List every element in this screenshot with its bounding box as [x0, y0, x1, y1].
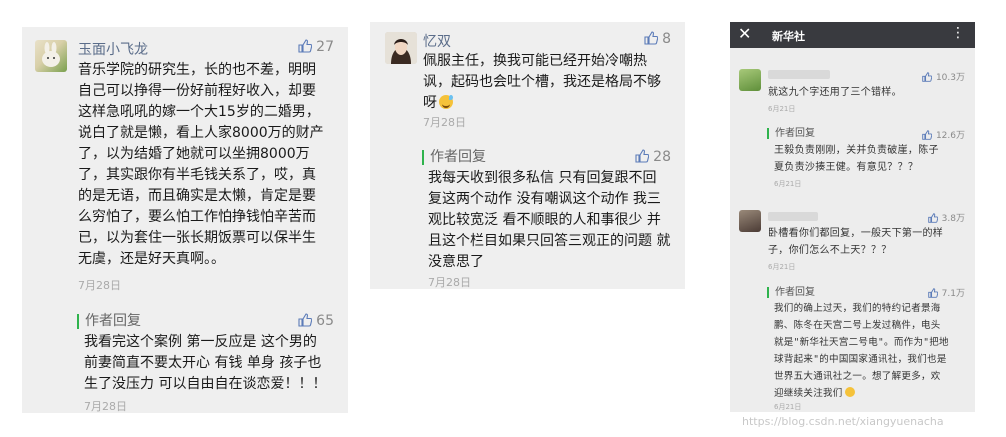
like-count: 12.6万 [935, 131, 965, 141]
like-count: 65 [316, 313, 334, 329]
comment-body: 卧槽看你们都回复，一般天下第一的样 子，你们怎么不上天？？？ [768, 225, 970, 259]
text-line: 卧槽看你们都回复，一般天下第一的样 [768, 228, 944, 239]
reply-date: 7月28日 [84, 400, 127, 413]
user-avatar[interactable] [35, 40, 67, 72]
comment-username[interactable]: 忆双 [423, 31, 451, 51]
text-line: 鹏、陈冬在天宫二号上发过稿件，电头 [774, 320, 941, 331]
reply-body: 我每天收到很多私信 只有回复跟不回 复这两个动作 没有嘲讽这个动作 我三 观比较… [428, 168, 680, 273]
text-line: 迎继续关注我们 [774, 388, 843, 399]
comment-screenshot-3: ✕ 新华社 ⋮ 10.3万 就这九个字还用了三个错样。 6月21日 作者回复 1… [730, 22, 975, 412]
thumbs-up-icon [298, 313, 313, 327]
author-reply-label: 作者回复 [767, 128, 815, 139]
text-line: 呀 [423, 95, 437, 111]
watermark-url: https://blog.csdn.net/xiangyuenacha [742, 415, 944, 428]
text-line: 讽，起码也会吐个槽，我还是格局不够 [423, 74, 661, 90]
thumbs-up-icon [922, 130, 932, 140]
like-button[interactable]: 3.8万 [927, 211, 965, 224]
reply-like-button[interactable]: 65 [298, 313, 334, 329]
comment-date: 6月21日 [768, 105, 796, 113]
text-line: 我们的确上过天，我们的特约记者景海 [774, 303, 941, 314]
text-line: 我每天收到很多私信 只有回复跟不回 [428, 170, 657, 186]
text-line: 这样急吼吼的嫁一个大15岁的二婚男， [78, 104, 320, 120]
author-reply-label: 作者回复 [422, 150, 486, 165]
blurred-username [768, 212, 818, 221]
comment-date: 6月21日 [768, 263, 796, 271]
like-count: 3.8万 [941, 214, 965, 224]
reply-body: 王毅负责刚刚，关并负责破崖，陈子 夏负责沙揍王健。有意见？？？ [774, 142, 970, 176]
blurred-username [768, 70, 830, 79]
comment-body: 音乐学院的研究生，长的也不差，明明 自己可以挣得一份好前程好收入，却要 这样急吼… [78, 60, 340, 270]
like-button[interactable]: 27 [298, 39, 334, 55]
text-line: 的是无语，而且确实是太懒，肯定是要 [78, 188, 316, 204]
like-count: 7.1万 [941, 289, 965, 299]
text-line-with-emoji: 迎继续关注我们 [774, 385, 972, 402]
text-line: 么穷怕了，要么怕工作怕挣钱怕辛苦而 [78, 209, 316, 225]
user-avatar[interactable] [739, 69, 761, 91]
like-count: 10.3万 [935, 73, 965, 83]
reply-body: 我们的确上过天，我们的特约记者景海 鹏、陈冬在天宫二号上发过稿件，电头 就是"新… [774, 300, 972, 402]
text-line: 生了没压力 可以自由自在谈恋爱！！！ [84, 376, 327, 392]
text-line: 球背起来"的中国国家通讯社，我们也是 [774, 354, 947, 365]
text-line: 已，以为套住一张长期饭票可以保半生 [78, 230, 316, 246]
text-line-with-emoji: 呀 [423, 93, 675, 114]
like-count: 28 [653, 149, 671, 165]
sweat-smile-emoji-icon [439, 95, 453, 109]
author-reply-label: 作者回复 [767, 287, 815, 298]
more-options-icon[interactable]: ⋮ [951, 25, 965, 41]
text-line: 子，你们怎么不上天？？？ [768, 245, 892, 256]
reply-date: 7月28日 [428, 276, 471, 289]
app-top-bar: ✕ 新华社 ⋮ [730, 22, 975, 48]
like-count: 27 [316, 39, 334, 55]
thumbs-up-icon [644, 31, 659, 45]
reply-date: 6月21日 [774, 403, 802, 411]
smile-emoji-icon [844, 387, 855, 397]
reply-like-button[interactable]: 12.6万 [922, 128, 965, 141]
text-line: 复这两个动作 没有嘲讽这个动作 我三 [428, 191, 661, 207]
text-line: 且这个栏目如果只回答三观正的问题 就 [428, 233, 671, 249]
text-line: 了，其实跟你有半毛钱关系了，哎，真 [78, 167, 316, 183]
text-line: 就这九个字还用了三个错样。 [768, 87, 902, 98]
thumbs-up-icon [927, 288, 938, 298]
page-title: 新华社 [772, 30, 805, 43]
thumbs-up-icon [927, 213, 938, 223]
like-count: 8 [662, 31, 671, 47]
reply-date: 6月21日 [774, 180, 802, 188]
comment-body: 就这九个字还用了三个错样。 [768, 84, 968, 101]
user-avatar[interactable] [739, 210, 761, 232]
text-line: 就是"新华社天宫二号电"。而作为"把地 [774, 337, 949, 348]
close-icon[interactable]: ✕ [738, 24, 751, 43]
comment-card-2: 忆双 8 佩服主任，换我可能已经开始冷嘲热 讽，起码也会吐个槽，我还是格局不够 … [370, 22, 685, 289]
text-line: 没意思了 [428, 254, 484, 270]
comment-username[interactable]: 玉面小飞龙 [78, 39, 148, 59]
comment-body: 佩服主任，换我可能已经开始冷嘲热 讽，起码也会吐个槽，我还是格局不够 呀 [423, 51, 675, 114]
reply-body: 我看完这个案例 第一反应是 这个男的 前妻简直不要太开心 有钱 单身 孩子也 生… [84, 332, 344, 395]
text-line: 佩服主任，换我可能已经开始冷嘲热 [423, 53, 647, 69]
like-button[interactable]: 8 [644, 31, 671, 47]
text-line: 自己可以挣得一份好前程好收入，却要 [78, 83, 316, 99]
author-reply-label: 作者回复 [77, 314, 141, 329]
reply-like-button[interactable]: 28 [635, 149, 671, 165]
thumbs-up-icon [298, 39, 313, 53]
text-line: 观比较宽泛 看不顺眼的人和事很少 并 [428, 212, 661, 228]
text-line: 王毅负责刚刚，关并负责破崖，陈子 [774, 145, 939, 156]
thumbs-up-icon [635, 149, 650, 163]
comment-card-1: 玉面小飞龙 27 音乐学院的研究生，长的也不差，明明 自己可以挣得一份好前程好收… [22, 27, 348, 413]
text-line: 说白了就是懒，看上人家8000万的财产 [78, 125, 324, 141]
text-line: 世界五大通讯社之一。想了解更多，欢 [774, 371, 941, 382]
rabbit-avatar-icon [42, 42, 60, 67]
user-avatar[interactable] [385, 32, 417, 64]
text-line: 无虞，还是好天真啊。。 [78, 251, 225, 267]
reply-like-button[interactable]: 7.1万 [927, 286, 965, 299]
text-line: 夏负责沙揍王健。有意见？？？ [774, 162, 919, 173]
comment-date: 7月28日 [423, 116, 466, 129]
person-avatar-icon [385, 32, 417, 64]
text-line: 了，以为结婚了她就可以坐拥8000万 [78, 146, 310, 162]
comment-date: 7月28日 [78, 279, 121, 292]
thumbs-up-icon [922, 72, 932, 82]
like-button[interactable]: 10.3万 [922, 70, 965, 83]
text-line: 音乐学院的研究生，长的也不差，明明 [78, 62, 316, 78]
text-line: 前妻简直不要太开心 有钱 单身 孩子也 [84, 355, 322, 371]
text-line: 我看完这个案例 第一反应是 这个男的 [84, 334, 317, 350]
